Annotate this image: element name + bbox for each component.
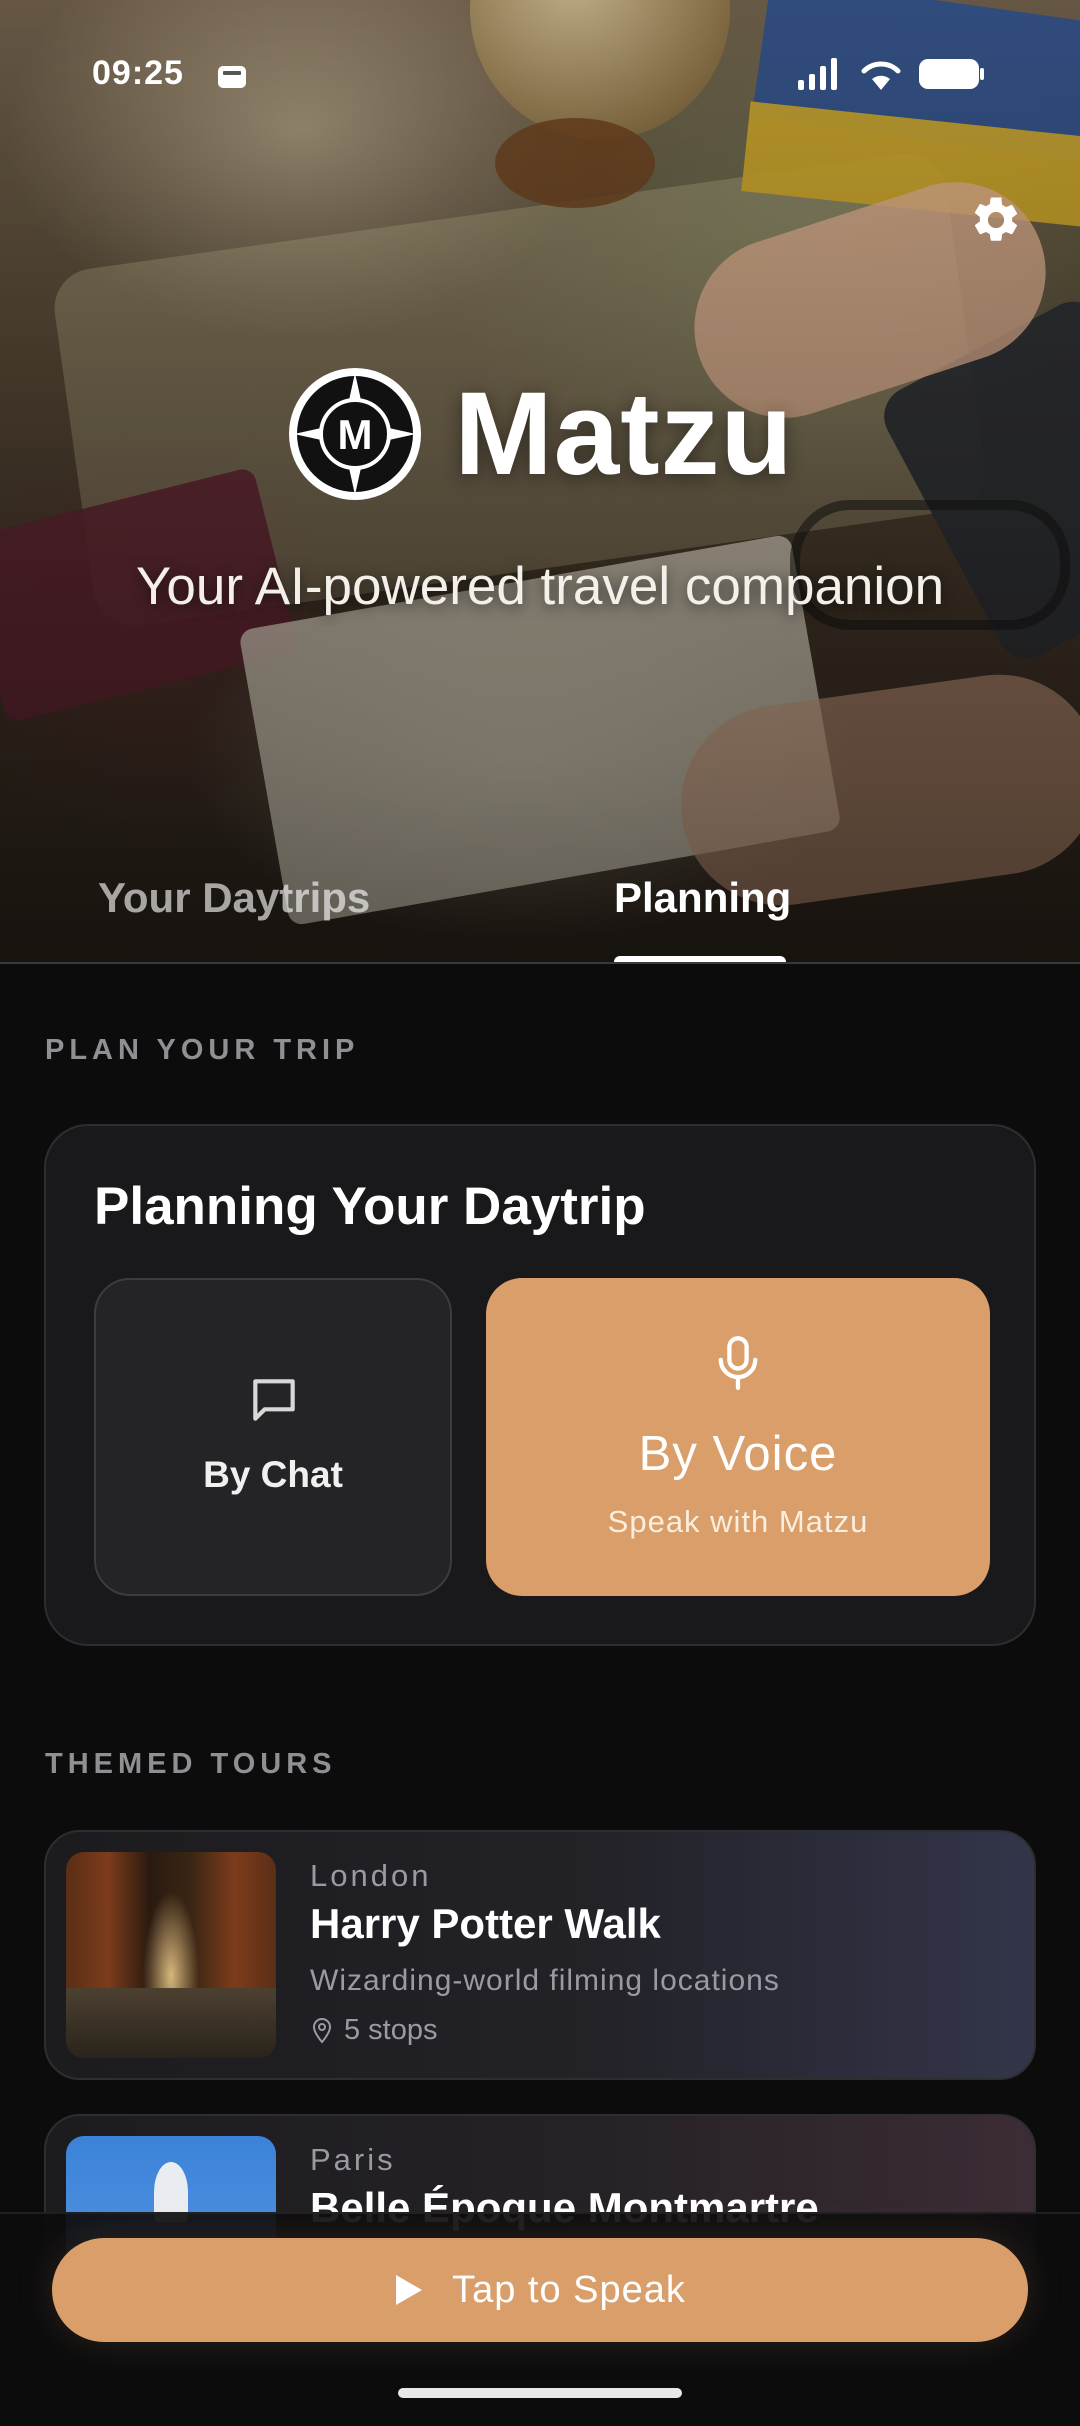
tour-description: Wizarding-world filming locations <box>310 1964 780 1997</box>
bottom-bar: Tap to Speak <box>0 2212 1080 2426</box>
by-voice-label: By Voice <box>638 1427 838 1481</box>
location-pin-icon <box>312 2017 332 2044</box>
battery-icon <box>919 59 984 89</box>
tour-city: Paris <box>310 2142 396 2177</box>
tagline: Your AI-powered travel companion <box>135 557 945 616</box>
play-icon <box>396 2275 423 2305</box>
logo-letter: M <box>338 411 373 458</box>
signal-icon <box>798 58 837 90</box>
brand-header: M Matzu <box>0 364 1080 504</box>
app-name: Matzu <box>454 368 794 500</box>
section-label-plan: PLAN YOUR TRIP <box>45 1034 360 1066</box>
section-label-themed-tours: THEMED TOURS <box>45 1748 337 1780</box>
by-voice-sublabel: Speak with Matzu <box>607 1504 869 1539</box>
settings-button[interactable] <box>966 190 1026 250</box>
tap-to-speak-button[interactable]: Tap to Speak <box>52 2238 1028 2342</box>
wifi-icon <box>861 61 901 90</box>
tour-card[interactable]: London Harry Potter Walk Wizarding-world… <box>44 1830 1036 2080</box>
sd-card-icon <box>218 66 246 88</box>
tab-bar: Your Daytrips Planning <box>0 864 1080 964</box>
status-time: 09:25 <box>92 54 184 92</box>
system-icons <box>796 56 984 92</box>
microphone-icon <box>718 1336 758 1390</box>
planning-card-title: Planning Your Daytrip <box>94 1177 646 1236</box>
tour-stops: 5 stops <box>310 2014 438 2047</box>
planning-card: Planning Your Daytrip By Chat By Voice S… <box>44 1124 1036 1646</box>
hero-book-image <box>741 101 1080 229</box>
tour-stops-count: 5 stops <box>344 2014 438 2046</box>
compass-logo-icon: M <box>289 368 422 500</box>
home-indicator[interactable] <box>398 2388 682 2398</box>
tour-title: Harry Potter Walk <box>310 1900 661 1947</box>
hero-globe-stand-image <box>495 118 655 208</box>
by-voice-button[interactable]: By Voice Speak with Matzu <box>486 1278 990 1596</box>
tab-divider <box>0 962 1080 964</box>
tap-to-speak-label: Tap to Speak <box>452 2268 686 2311</box>
status-bar: 09:25 <box>0 54 1080 102</box>
tour-city: London <box>310 1858 432 1893</box>
tab-your-daytrips[interactable]: Your Daytrips <box>98 874 370 922</box>
by-chat-label: By Chat <box>203 1454 343 1495</box>
by-chat-button[interactable]: By Chat <box>94 1278 452 1596</box>
tour-thumbnail-image <box>66 1852 276 2058</box>
tab-planning[interactable]: Planning <box>614 874 791 922</box>
gear-icon <box>974 197 1018 241</box>
chat-bubble-icon <box>253 1379 295 1421</box>
